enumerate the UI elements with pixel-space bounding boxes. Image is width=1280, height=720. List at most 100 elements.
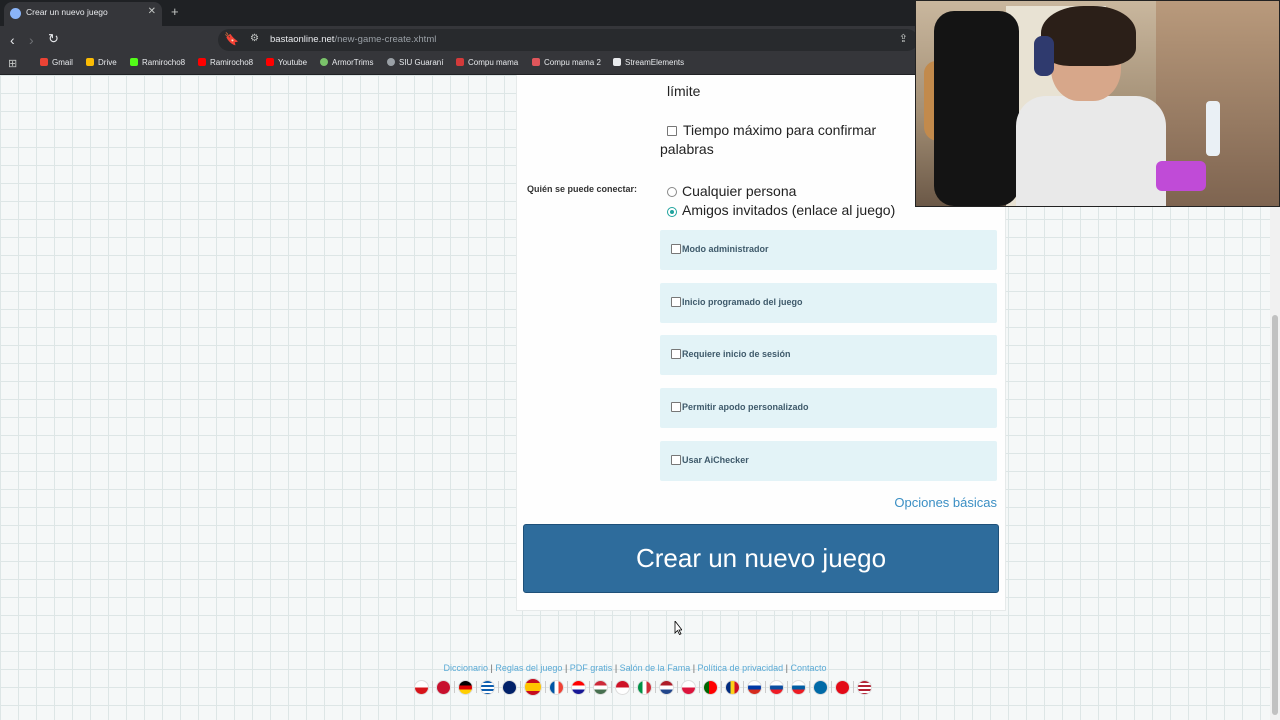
footer-link-contact[interactable]: Contacto <box>790 663 826 673</box>
flag-turkey-icon[interactable] <box>835 679 850 695</box>
bookmark-compu-mama[interactable]: Compu mama <box>456 58 518 67</box>
max-time-label: Tiempo máximo para confirmar palabras <box>660 122 877 157</box>
flag-divider <box>476 681 477 693</box>
flag-spain-icon[interactable] <box>524 678 542 696</box>
footer-link-hall-of-fame[interactable]: Salón de la Fama <box>620 663 691 673</box>
flag-russia-icon[interactable] <box>747 679 762 695</box>
flag-divider <box>498 681 499 693</box>
bookmark-ramirocho8-youtube[interactable]: Ramirocho8 <box>198 58 253 67</box>
radio-anyone[interactable] <box>667 187 677 197</box>
share-icon[interactable]: ⇪ <box>899 32 908 45</box>
flag-france-icon[interactable] <box>549 679 564 695</box>
flag-denmark-icon[interactable] <box>436 679 451 695</box>
option-aichecker[interactable]: Usar AiChecker <box>660 441 997 481</box>
bookmark-streamelements[interactable]: StreamElements <box>613 58 684 67</box>
flag-poland-icon[interactable] <box>681 679 696 695</box>
tab-title: Crear un nuevo juego <box>26 7 108 17</box>
bookmark-gmail[interactable]: Gmail <box>40 58 73 67</box>
radio-invited-friends[interactable] <box>667 207 677 217</box>
drive-icon <box>86 58 94 66</box>
youtube-icon <box>198 58 206 66</box>
webcam-overlay <box>915 0 1280 207</box>
webcam-chair <box>934 11 1019 206</box>
custom-nickname-checkbox[interactable] <box>671 402 681 412</box>
flag-divider <box>589 681 590 693</box>
webcam-person-shirt <box>1016 96 1166 206</box>
require-login-checkbox[interactable] <box>671 349 681 359</box>
flag-netherlands-icon[interactable] <box>659 679 674 695</box>
footer-links: Diccionario | Reglas del juego | PDF gra… <box>443 663 827 673</box>
aichecker-checkbox[interactable] <box>671 455 681 465</box>
footer-link-rules[interactable]: Reglas del juego <box>495 663 562 673</box>
footer-link-dictionary[interactable]: Diccionario <box>444 663 489 673</box>
site-info-icon[interactable]: ⚙ <box>250 33 259 44</box>
scheduled-start-checkbox[interactable] <box>671 297 681 307</box>
option-custom-nickname[interactable]: Permitir apodo personalizado <box>660 388 997 428</box>
require-login-label: Requiere inicio de sesión <box>682 349 791 359</box>
footer-link-privacy[interactable]: Política de privacidad <box>698 663 784 673</box>
forward-arrow-icon[interactable]: › <box>29 32 34 48</box>
basic-options-link[interactable]: Opciones básicas <box>880 495 997 510</box>
who-can-connect-label: Quién se puede conectar: <box>527 184 638 194</box>
flag-slovenia-icon[interactable] <box>791 679 806 695</box>
bookmark-label: SIU Guaraní <box>399 58 444 67</box>
back-arrow-icon[interactable]: ‹ <box>10 32 15 48</box>
radio-invited-friends-label: Amigos invitados (enlace al juego) <box>682 202 896 218</box>
bookmark-drive[interactable]: Drive <box>86 58 117 67</box>
close-icon[interactable]: ✕ <box>148 6 156 17</box>
reload-icon[interactable]: ↻ <box>48 31 59 47</box>
flag-divider <box>677 681 678 693</box>
bookmark-ramirocho8-kick[interactable]: Ramirocho8 <box>130 58 185 67</box>
flag-indonesia-icon[interactable] <box>615 679 630 695</box>
new-tab-plus-icon[interactable]: + <box>171 4 179 19</box>
bookmark-armortrims[interactable]: ArmorTrims <box>320 58 373 67</box>
url-text[interactable]: bastaonline.net/new-game-create.xhtml <box>270 34 436 45</box>
site-favicon-icon <box>10 8 21 19</box>
active-tab[interactable]: Crear un nuevo juego ✕ <box>4 2 162 26</box>
create-game-button[interactable]: Crear un nuevo juego <box>523 524 999 593</box>
flag-croatia-icon[interactable] <box>571 679 586 695</box>
scrollbar-thumb[interactable] <box>1272 315 1278 715</box>
flag-divider <box>853 681 854 693</box>
apps-grid-icon[interactable]: ⊞ <box>8 57 17 70</box>
flag-divider <box>743 681 744 693</box>
streamelements-icon <box>613 58 621 66</box>
bookmark-siu-guarani[interactable]: SIU Guaraní <box>387 58 443 67</box>
flag-divider <box>545 681 546 693</box>
flag-italy-icon[interactable] <box>637 679 652 695</box>
option-scheduled-start[interactable]: Inicio programado del juego <box>660 283 997 323</box>
admin-mode-label: Modo administrador <box>682 244 769 254</box>
gmail-icon <box>40 58 48 66</box>
address-bar[interactable]: 🔖 ⚙ bastaonline.net/new-game-create.xhtm… <box>218 29 918 51</box>
flag-divider <box>809 681 810 693</box>
option-admin-mode[interactable]: Modo administrador <box>660 230 997 270</box>
bookmark-icon[interactable]: 🔖 <box>224 32 239 46</box>
flag-usa-icon[interactable] <box>857 679 872 695</box>
flag-divider <box>655 681 656 693</box>
flag-hungary-icon[interactable] <box>593 679 608 695</box>
flag-sweden-icon[interactable] <box>813 679 828 695</box>
admin-mode-checkbox[interactable] <box>671 244 681 254</box>
option-require-login[interactable]: Requiere inicio de sesión <box>660 335 997 375</box>
flag-germany-icon[interactable] <box>458 679 473 695</box>
url-path: /new-game-create.xhtml <box>334 34 437 45</box>
aichecker-label: Usar AiChecker <box>682 455 749 465</box>
flag-romania-icon[interactable] <box>725 679 740 695</box>
flag-greece-icon[interactable] <box>480 679 495 695</box>
flag-divider <box>787 681 788 693</box>
url-host: bastaonline.net <box>270 34 335 45</box>
footer-link-pdf[interactable]: PDF gratis <box>570 663 613 673</box>
flag-divider <box>831 681 832 693</box>
bookmark-label: Compu mama 2 <box>544 58 601 67</box>
bookmark-compu-mama-2[interactable]: Compu mama 2 <box>532 58 601 67</box>
armortrims-icon <box>320 58 328 66</box>
flag-portugal-icon[interactable] <box>703 679 718 695</box>
bookmark-label: Drive <box>98 58 117 67</box>
bookmark-label: StreamElements <box>625 58 685 67</box>
language-flags <box>414 678 872 696</box>
flag-slovakia-icon[interactable] <box>769 679 784 695</box>
scheduled-start-label: Inicio programado del juego <box>682 297 803 307</box>
flag-czech-icon[interactable] <box>414 679 429 695</box>
flag-uk-icon[interactable] <box>502 679 517 695</box>
bookmark-youtube[interactable]: Youtube <box>266 58 307 67</box>
